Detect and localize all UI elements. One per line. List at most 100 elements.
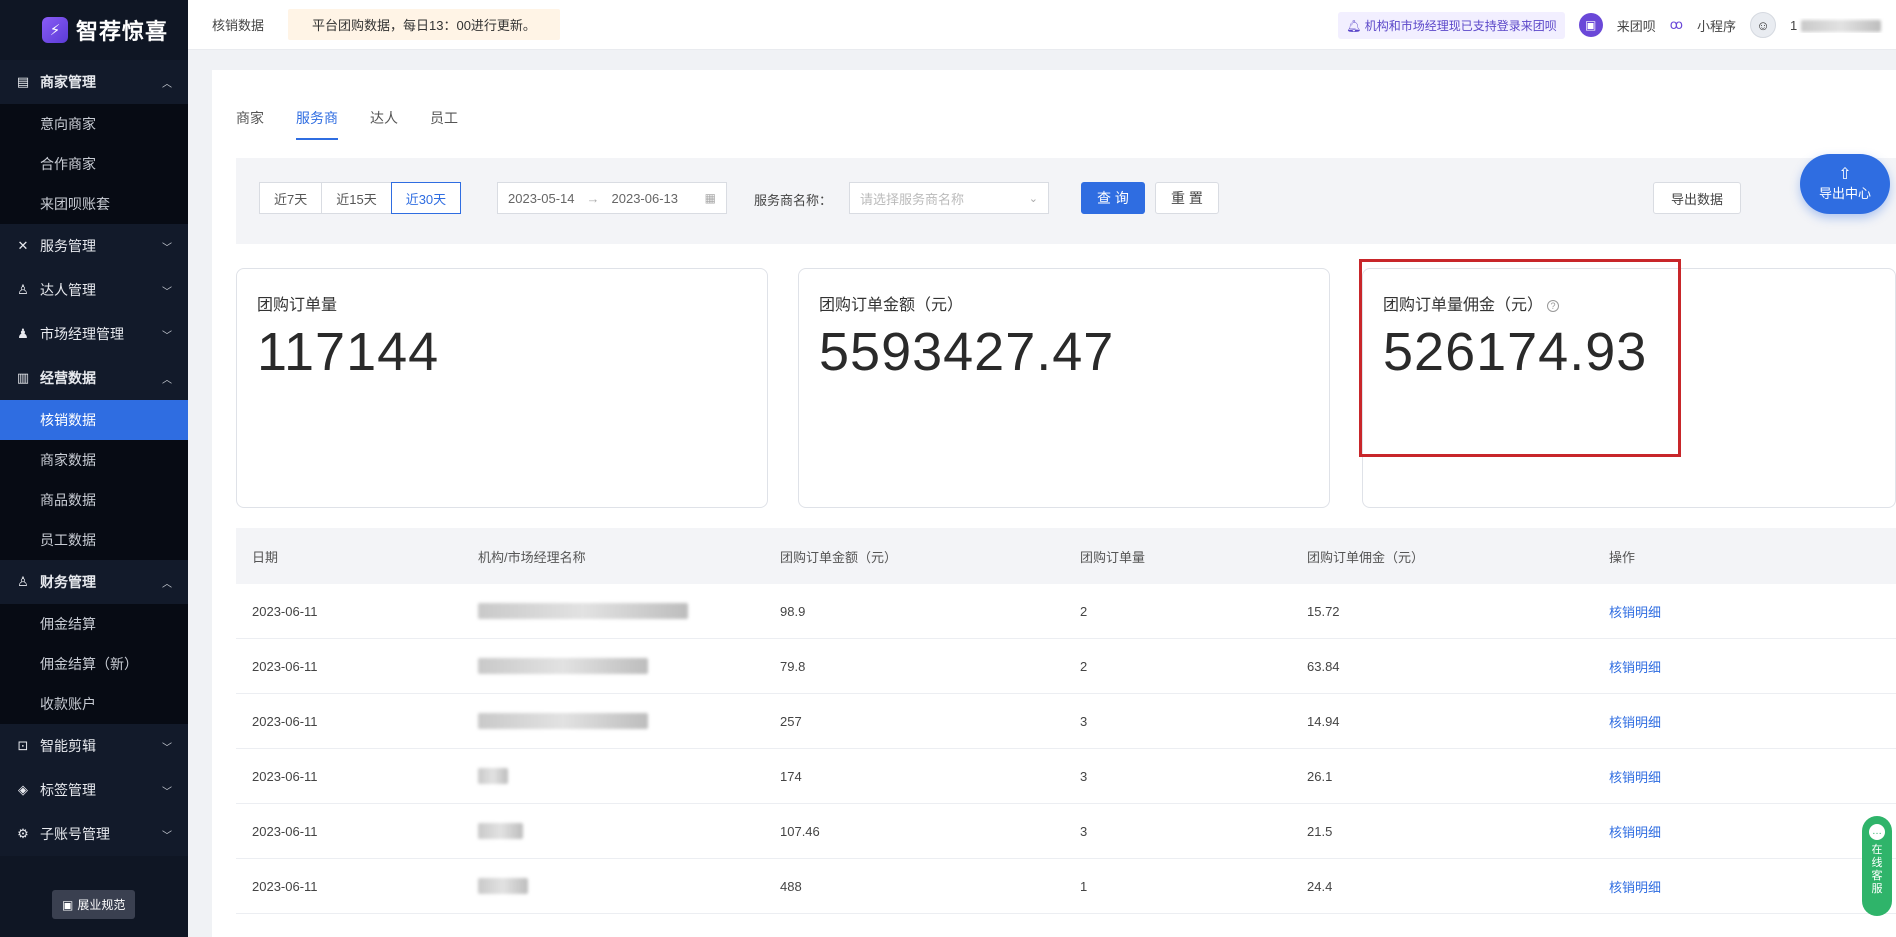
redacted-name xyxy=(478,768,508,785)
page-title: 核销数据 xyxy=(212,18,265,33)
verify-detail-link[interactable]: 核销明细 xyxy=(1609,880,1661,895)
date-range-button[interactable]: 近15天 xyxy=(321,182,392,214)
menu-group: ◈ 标签管理 ﹀ xyxy=(0,768,188,812)
cell-date: 2023-06-11 xyxy=(252,713,318,729)
date-range-picker[interactable]: 2023-05-14 → 2023-06-13 ▦ xyxy=(497,182,727,214)
logo-text: 智荐惊喜 xyxy=(76,19,169,44)
user-name[interactable]: 1 xyxy=(1790,18,1890,33)
query-button[interactable]: 查 询 xyxy=(1081,182,1145,214)
tab[interactable]: 商家 xyxy=(236,108,264,140)
update-notice: 平台团购数据，每日13：00进行更新。 xyxy=(288,9,560,40)
stat-label-wrap: 团购订单量佣金（元）? xyxy=(1383,291,1560,315)
date-range-button[interactable]: 近30天 xyxy=(390,182,462,214)
cell-action: 核销明细 xyxy=(1593,657,1896,676)
chevron-down-icon: ﹀ xyxy=(162,330,172,342)
sidebar-item[interactable]: 意向商家 xyxy=(0,104,188,144)
column-header: 操作 xyxy=(1609,549,1636,565)
redacted-name xyxy=(478,878,528,895)
cell-count: 1 xyxy=(1080,878,1088,894)
sidebar-item[interactable]: 来团呗账套 xyxy=(0,184,188,224)
menu-group-label: 财务管理 xyxy=(40,574,96,590)
menu-group: ♟ 市场经理管理 ﹀ xyxy=(0,312,188,356)
verify-detail-link[interactable]: 核销明细 xyxy=(1609,715,1661,730)
menu-group-label: 商家管理 xyxy=(40,74,96,90)
date-end: 2023-06-13 xyxy=(611,190,679,206)
redacted-name xyxy=(478,713,648,730)
table-row: 2023-06-11 107.46 3 21.5 核销明细 xyxy=(236,804,1896,859)
cell-date: 2023-06-11 xyxy=(252,823,318,839)
menu-group: ♙ 财务管理 ︿ 佣金结算 佣金结算（新） 收款账户 xyxy=(0,560,188,724)
date-range-button[interactable]: 近7天 xyxy=(259,182,323,214)
logo[interactable]: ⚡ 智荐惊喜 xyxy=(0,0,188,60)
chevron-up-icon: ︿ xyxy=(162,578,172,590)
verify-detail-link[interactable]: 核销明细 xyxy=(1609,770,1661,785)
verify-detail-link[interactable]: 核销明细 xyxy=(1609,605,1661,620)
menu-group-header[interactable]: ✕ 服务管理 ﹀ xyxy=(0,224,188,268)
menu-group-label: 市场经理管理 xyxy=(40,326,124,342)
chevron-up-icon: ︿ xyxy=(162,374,172,386)
tab[interactable]: 服务商 xyxy=(296,108,338,140)
menu-group-header[interactable]: ▥ 经营数据 ︿ xyxy=(0,356,188,400)
cell-amount: 98.9 xyxy=(780,603,806,619)
provider-select[interactable]: 请选择服务商名称 ⌄ xyxy=(849,182,1049,214)
redacted-name xyxy=(478,658,648,675)
reset-button[interactable]: 重 置 xyxy=(1155,182,1219,214)
column-header: 日期 xyxy=(252,549,279,565)
menu-group-header[interactable]: ⊡ 智能剪辑 ﹀ xyxy=(0,724,188,768)
sidebar-item[interactable]: 收款账户 xyxy=(0,684,188,724)
submenu: 核销数据 商家数据 商品数据 员工数据 xyxy=(0,400,188,560)
menu-group: ▤ 商家管理 ︿ 意向商家 合作商家 来团呗账套 xyxy=(0,60,188,224)
cell-action: 核销明细 xyxy=(1593,712,1896,731)
menu-group-header[interactable]: ♙ 财务管理 ︿ xyxy=(0,560,188,604)
stat-value: 526174.93 xyxy=(1383,322,1648,382)
login-tip[interactable]: 🔔︎ 机构和市场经理现已支持登录来团呗 xyxy=(1338,11,1565,39)
avatar[interactable]: ☺ xyxy=(1750,12,1776,38)
sidebar-item[interactable]: 商家数据 xyxy=(0,440,188,480)
sidebar-item[interactable]: 核销数据 xyxy=(0,400,188,440)
chart-icon: ▥ xyxy=(16,370,30,385)
help-icon[interactable]: ? xyxy=(1547,299,1560,312)
tab[interactable]: 达人 xyxy=(370,108,398,140)
arrow-right-icon: → xyxy=(586,190,600,206)
finance-icon: ♙ xyxy=(17,574,29,589)
menu-group-label: 达人管理 xyxy=(40,282,96,298)
verify-detail-link[interactable]: 核销明细 xyxy=(1609,660,1661,675)
cell-commission: 24.4 xyxy=(1307,878,1333,894)
sidebar-item[interactable]: 合作商家 xyxy=(0,144,188,184)
export-center-button[interactable]: ⇧ 导出中心 xyxy=(1800,154,1890,214)
cell-amount: 488 xyxy=(780,878,802,894)
sidebar-item[interactable]: 佣金结算（新） xyxy=(0,644,188,684)
menu-group-header[interactable]: ▤ 商家管理 ︿ xyxy=(0,60,188,104)
menu-group-header[interactable]: ⚙ 子账号管理 ﹀ xyxy=(0,812,188,856)
sidebar-menu: ▤ 商家管理 ︿ 意向商家 合作商家 来团呗账套 ✕ 服务管理 ﹀ ♙ 达人管理 ﹀ ♟ 市场经理管理 ﹀ ▥… xyxy=(0,60,188,856)
menu-group-header[interactable]: ♟ 市场经理管理 ﹀ xyxy=(0,312,188,356)
miniprogram-link[interactable]: 小程序 xyxy=(1697,16,1736,35)
sidebar-item[interactable]: 商品数据 xyxy=(0,480,188,520)
menu-group: ⚙ 子账号管理 ﹀ xyxy=(0,812,188,856)
document-icon: ▣ xyxy=(62,897,74,912)
online-service-label: 在线客服 xyxy=(1871,844,1883,895)
table-header: 日期 机构/市场经理名称 团购订单金额（元） 团购订单量 团购订单佣金（元） 操作 xyxy=(236,528,1896,584)
sidebar-item[interactable]: 佣金结算 xyxy=(0,604,188,644)
verify-detail-link[interactable]: 核销明细 xyxy=(1609,825,1661,840)
cell-amount: 174 xyxy=(780,768,802,784)
upload-icon: ⇧ xyxy=(1838,165,1852,183)
cell-count: 3 xyxy=(1080,768,1088,784)
laituanbei-link[interactable]: 来团呗 xyxy=(1617,16,1656,35)
chevron-down-icon: ﹀ xyxy=(162,786,172,798)
sidebar-item[interactable]: 员工数据 xyxy=(0,520,188,560)
miniprogram-icon: ꝏ xyxy=(1669,17,1683,32)
tab[interactable]: 员工 xyxy=(430,108,458,140)
chevron-down-icon: ﹀ xyxy=(162,286,172,298)
service-icon: ✕ xyxy=(17,238,29,253)
online-service-widget[interactable]: … 在线客服 xyxy=(1862,816,1892,916)
menu-group-header[interactable]: ◈ 标签管理 ﹀ xyxy=(0,768,188,812)
export-data-button[interactable]: 导出数据 xyxy=(1653,182,1741,214)
rule-button[interactable]: ▣ 展业规范 xyxy=(52,890,136,919)
date-start: 2023-05-14 xyxy=(508,190,575,206)
submenu: 佣金结算 佣金结算（新） 收款账户 xyxy=(0,604,188,724)
cell-name xyxy=(462,713,764,730)
menu-group-header[interactable]: ♙ 达人管理 ﹀ xyxy=(0,268,188,312)
laituanbei-icon: ▣ xyxy=(1578,13,1603,37)
cell-commission: 63.84 xyxy=(1307,658,1340,674)
